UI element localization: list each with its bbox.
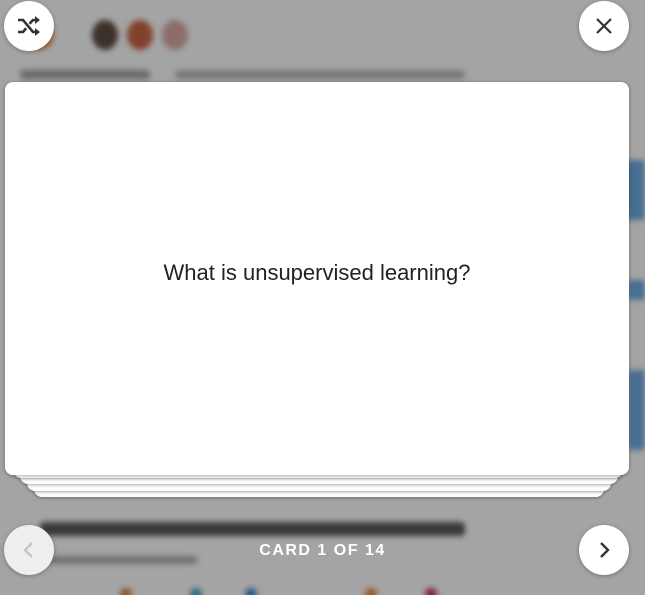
card-counter: CARD 1 OF 14 [259, 542, 386, 559]
shuffle-icon [16, 15, 42, 37]
close-icon [595, 17, 613, 35]
flashcard-question: What is unsupervised learning? [163, 259, 471, 285]
close-button[interactable] [579, 1, 629, 51]
chevron-right-icon [597, 541, 611, 559]
shuffle-button[interactable] [4, 1, 54, 51]
flashcard[interactable]: What is unsupervised learning? [5, 82, 629, 475]
next-card-button[interactable] [579, 525, 629, 575]
